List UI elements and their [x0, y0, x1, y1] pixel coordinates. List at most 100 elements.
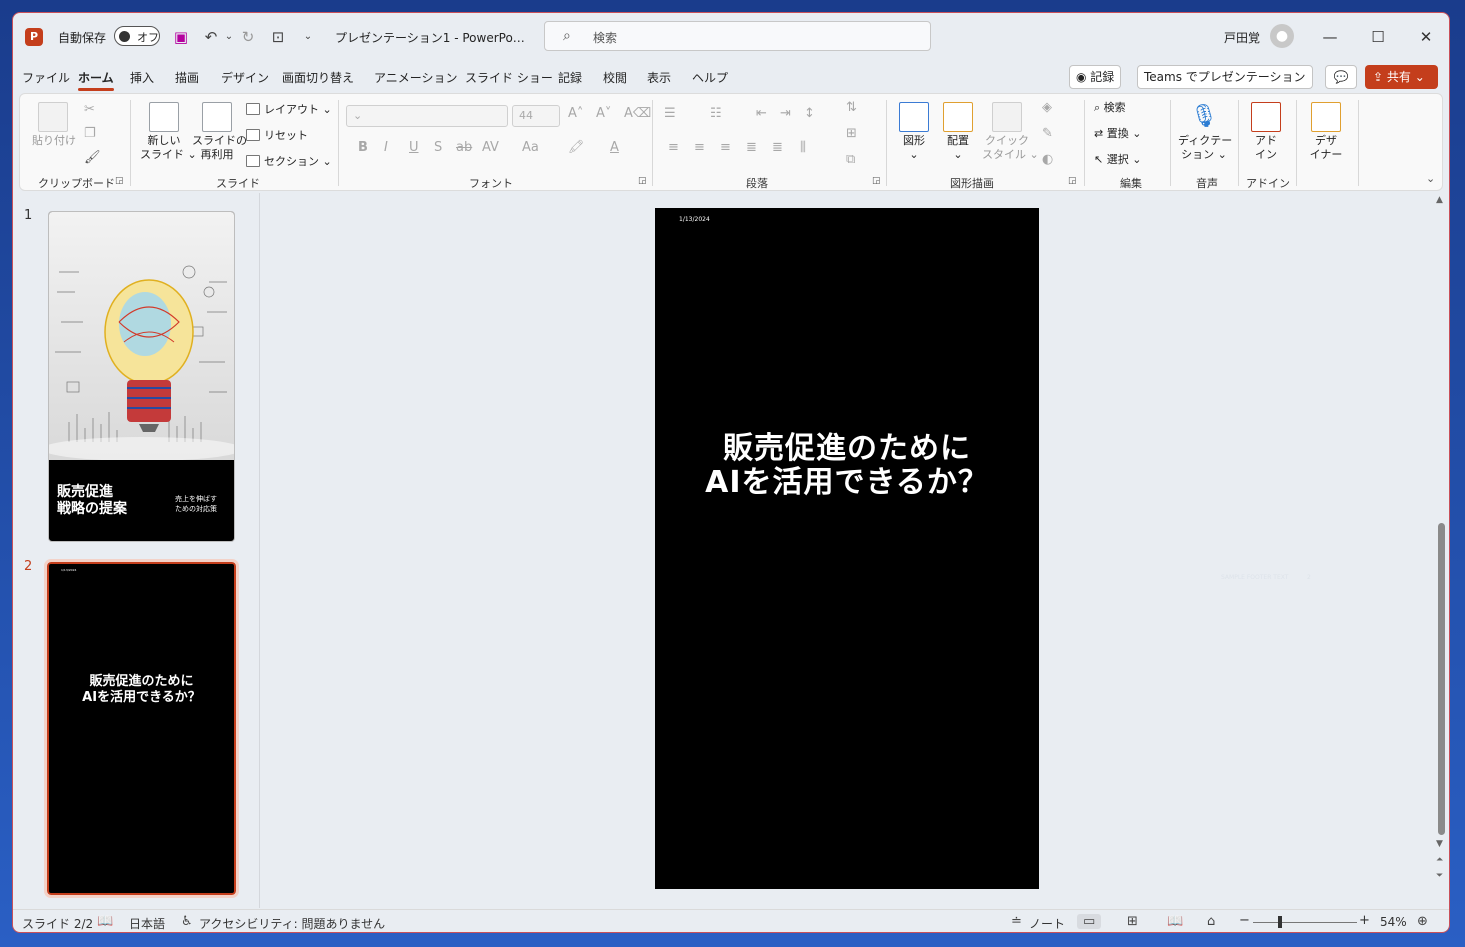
find-button[interactable]: ⌕ 検索 — [1094, 100, 1126, 116]
paragraph-launcher-icon[interactable]: ◲ — [872, 176, 881, 186]
notes-icon[interactable]: ≐ — [1011, 914, 1022, 929]
zoom-in-button[interactable]: + — [1359, 913, 1370, 928]
scrollbar-thumb[interactable] — [1438, 523, 1445, 835]
replace-button[interactable]: ⇄ 置換 ⌄ — [1094, 126, 1141, 142]
columns-icon[interactable]: ⫼ — [800, 140, 806, 155]
tab-view[interactable]: 表示 — [647, 69, 671, 86]
present-from-start-icon[interactable]: ⊡ — [267, 26, 289, 48]
tab-transitions[interactable]: 画面切り替え — [282, 69, 354, 86]
shadow-button[interactable]: S — [434, 140, 442, 155]
slide-sorter-icon[interactable]: ⊞ — [1127, 914, 1138, 929]
paste-button[interactable]: 貼り付け — [32, 102, 76, 148]
slide-thumbnail-1[interactable]: 販売促進 戦略の提案 売上を伸ばす ための対応策 — [48, 211, 235, 542]
zoom-out-button[interactable]: − — [1239, 913, 1250, 928]
align-left-icon[interactable]: ≡ — [668, 140, 679, 155]
language[interactable]: 日本語 — [129, 915, 165, 932]
reuse-slides-button[interactable]: スライドの 再利用 — [192, 102, 247, 162]
align-text-icon[interactable]: ⊞ — [846, 126, 857, 141]
align-right-icon[interactable]: ≡ — [720, 140, 731, 155]
spelling-icon[interactable]: 📖 — [97, 914, 113, 929]
font-launcher-icon[interactable]: ◲ — [638, 176, 647, 186]
shape-effects-icon[interactable]: ◐ — [1042, 152, 1053, 167]
save-icon[interactable]: ▣ — [170, 26, 192, 48]
slide-date[interactable]: 1/13/2024 — [679, 216, 710, 223]
drawing-launcher-icon[interactable]: ◲ — [1068, 176, 1077, 186]
smartart-icon[interactable]: ⧉ — [846, 152, 855, 167]
vertical-scrollbar[interactable]: ▲ ▼ ⏶ ⏷ — [1435, 195, 1447, 887]
comments-button[interactable]: 💬 — [1325, 65, 1357, 89]
slide-footer-number[interactable]: 2 — [1307, 574, 1311, 581]
dictate-button[interactable]: 🎙 ディクテー ション ⌄ — [1178, 102, 1232, 162]
line-spacing-icon[interactable]: ↕ — [804, 106, 815, 121]
shape-outline-icon[interactable]: ✎ — [1042, 126, 1053, 141]
normal-view-icon[interactable]: ▭ — [1077, 914, 1102, 929]
tab-slideshow[interactable]: スライド ショー — [465, 69, 553, 86]
minimize-button[interactable]: — — [1315, 23, 1345, 51]
numbering-icon[interactable]: ☷ — [710, 106, 722, 121]
distributed-icon[interactable]: ≣ — [772, 140, 783, 155]
zoom-slider[interactable] — [1253, 922, 1357, 923]
clear-format-icon[interactable]: A⌫ — [624, 106, 651, 121]
scroll-down-icon[interactable]: ▼ — [1436, 839, 1443, 849]
tab-help[interactable]: ヘルプ — [692, 69, 728, 86]
align-center-icon[interactable]: ≡ — [694, 140, 705, 155]
slide-footer-text[interactable]: SAMPLE FOOTER TEXT — [1221, 574, 1288, 581]
strikethrough-button[interactable]: ab — [456, 140, 472, 155]
grow-font-icon[interactable]: A˄ — [568, 106, 583, 121]
slideshow-icon[interactable]: ⌂ — [1207, 914, 1215, 929]
customize-toolbar-icon[interactable]: ⌄ — [297, 26, 319, 48]
notes-button[interactable]: ノート — [1029, 915, 1065, 932]
decrease-indent-icon[interactable]: ⇤ — [756, 106, 767, 121]
cut-icon[interactable]: ✂ — [84, 102, 95, 117]
collapse-ribbon-icon[interactable]: ⌄ — [1426, 172, 1435, 185]
character-spacing-button[interactable]: AV — [482, 140, 499, 155]
slide-canvas[interactable]: 1/13/2024 販売促進のために AIを活用できるか？ — [655, 208, 1039, 889]
select-button[interactable]: ↖ 選択 ⌄ — [1094, 152, 1141, 168]
user-name[interactable]: 戸田覚 — [1224, 29, 1260, 46]
font-color-icon[interactable]: A — [610, 140, 619, 155]
tab-insert[interactable]: 挿入 — [130, 69, 154, 86]
text-direction-icon[interactable]: ⇅ — [846, 100, 857, 115]
copy-icon[interactable]: ❐ — [84, 126, 96, 141]
justify-icon[interactable]: ≣ — [746, 140, 757, 155]
tab-record[interactable]: 記録 — [558, 69, 582, 86]
autosave-toggle[interactable]: オフ — [114, 26, 160, 46]
accessibility-status[interactable]: アクセシビリティ: 問題ありません — [199, 915, 385, 932]
change-case-button[interactable]: Aa — [522, 140, 539, 155]
avatar[interactable]: ● — [1270, 24, 1294, 48]
increase-indent-icon[interactable]: ⇥ — [780, 106, 791, 121]
slide-title[interactable]: 販売促進のために AIを活用できるか？ — [655, 432, 1039, 500]
search-input[interactable]: ⌕ 検索 — [544, 21, 931, 51]
addins-button[interactable]: アド イン — [1246, 102, 1286, 162]
quick-styles-button[interactable]: クイック スタイル ⌄ — [982, 102, 1039, 162]
tab-home[interactable]: ホーム — [78, 69, 114, 91]
shrink-font-icon[interactable]: A˅ — [596, 106, 611, 121]
new-slide-button[interactable]: 新しい スライド ⌄ — [140, 102, 197, 162]
shapes-button[interactable]: 図形 ⌄ — [894, 102, 934, 162]
underline-button[interactable]: U — [409, 140, 419, 155]
previous-slide-icon[interactable]: ⏶ — [1436, 855, 1443, 865]
reading-view-icon[interactable]: 📖 — [1167, 914, 1183, 929]
record-button[interactable]: ◉ 記録 — [1069, 65, 1122, 89]
redo-icon[interactable]: ↻ — [237, 26, 259, 48]
fit-to-window-icon[interactable]: ⊕ — [1417, 914, 1428, 929]
share-button[interactable]: ⇪ 共有 ⌄ — [1365, 65, 1438, 89]
accessibility-icon[interactable]: ♿ — [181, 914, 193, 929]
layout-button[interactable]: レイアウト ⌄ — [246, 102, 332, 118]
highlight-icon[interactable]: 🖍 — [568, 140, 585, 155]
scroll-up-icon[interactable]: ▲ — [1436, 195, 1443, 205]
tab-review[interactable]: 校閲 — [603, 69, 627, 86]
maximize-button[interactable]: ☐ — [1363, 23, 1393, 51]
reset-button[interactable]: リセット — [246, 128, 308, 144]
font-name-combo[interactable]: ⌄ — [346, 105, 508, 127]
arrange-button[interactable]: 配置 ⌄ — [938, 102, 978, 162]
slide-thumbnail-2[interactable]: 1/13/2024 販売促進のために AIを活用できるか？ — [44, 559, 239, 898]
format-painter-icon[interactable]: 🖌 — [84, 150, 101, 165]
zoom-level[interactable]: 54% — [1380, 915, 1407, 929]
zoom-slider-knob[interactable] — [1278, 916, 1282, 928]
clipboard-launcher-icon[interactable]: ◲ — [115, 176, 124, 186]
tab-animations[interactable]: アニメーション — [374, 69, 458, 86]
close-button[interactable]: ✕ — [1411, 23, 1441, 51]
teams-present-button[interactable]: Teams でプレゼンテーション — [1137, 65, 1313, 89]
shape-fill-icon[interactable]: ◈ — [1042, 100, 1052, 115]
